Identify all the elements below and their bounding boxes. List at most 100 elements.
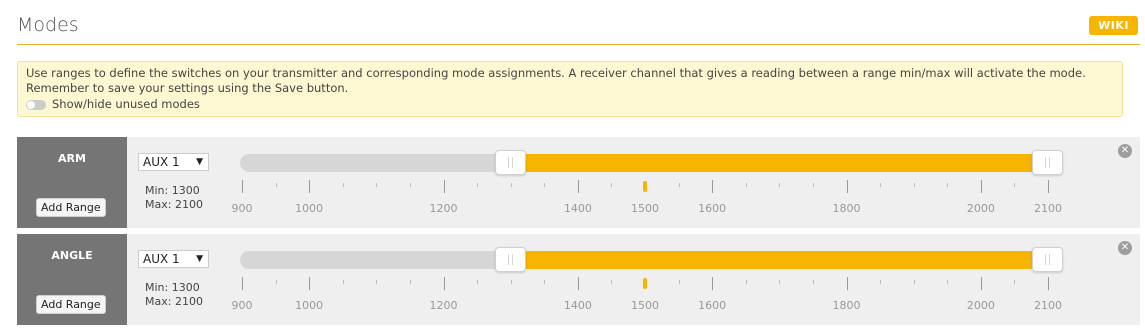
mode-row-arm: ARM Add Range AUX 1 ▼ Min: 1300 Max: 210… — [17, 137, 1140, 228]
scale-tick — [342, 280, 344, 284]
scale-tick — [712, 180, 714, 193]
scale-tick — [477, 183, 479, 187]
slider-selected-range — [510, 251, 1048, 269]
scale-label: 900 — [231, 202, 253, 215]
channel-select[interactable]: AUX 1 ▼ — [138, 153, 209, 171]
section-header: Modes WIKI — [17, 10, 1140, 45]
scale-tick — [812, 183, 814, 187]
scale-tick — [577, 180, 579, 193]
scale-tick — [745, 183, 747, 187]
show-hide-row[interactable]: Show/hide unused modes — [26, 97, 1114, 112]
scale-tick — [678, 183, 680, 187]
scale-tick — [342, 183, 344, 187]
add-range-button[interactable]: Add Range — [36, 198, 106, 217]
scale-tick — [1048, 277, 1049, 290]
mode-label-panel: ARM Add Range — [17, 137, 127, 228]
scale-label: 2100 — [1034, 299, 1062, 312]
scale-tick — [510, 280, 512, 284]
info-text: Use ranges to define the switches on you… — [26, 66, 1086, 95]
slider-max-handle[interactable] — [1032, 150, 1063, 175]
scale-tick — [577, 277, 579, 290]
slider-min-handle[interactable] — [494, 150, 526, 175]
scale-tick — [544, 183, 546, 187]
scale-tick — [443, 277, 445, 290]
scale-tick — [779, 183, 781, 187]
scale-label: 1400 — [563, 202, 592, 215]
scale-label: 1400 — [563, 299, 592, 312]
max-value: Max: 2100 — [145, 198, 203, 211]
scale-tick — [409, 183, 411, 187]
scale-tick — [510, 183, 512, 187]
channel-select-value: AUX 1 — [143, 155, 180, 169]
scale-tick — [913, 280, 915, 284]
scale-tick — [275, 183, 277, 187]
mode-label-panel: ANGLE Add Range — [17, 234, 127, 325]
scale-label: 1800 — [832, 299, 861, 312]
scale-tick — [779, 280, 781, 284]
scale-tick — [242, 180, 243, 193]
scale-tick — [275, 280, 277, 284]
scale-label: 1600 — [698, 299, 727, 312]
scale-label: 2000 — [966, 299, 995, 312]
scale-tick — [1048, 180, 1049, 193]
slider-min-handle[interactable] — [494, 247, 526, 272]
scale-tick — [712, 277, 714, 290]
scale-label: 1200 — [429, 299, 458, 312]
scale-tick — [376, 280, 378, 284]
info-note: Use ranges to define the switches on you… — [17, 61, 1123, 117]
show-unused-toggle[interactable] — [26, 99, 46, 110]
scale-tick — [376, 183, 378, 187]
scale-label: 1500 — [631, 299, 659, 312]
scale-label: 1500 — [631, 202, 659, 215]
scale-tick — [947, 183, 949, 187]
scale-label: 2100 — [1034, 202, 1062, 215]
slider-max-handle[interactable] — [1032, 247, 1063, 272]
scale-tick — [443, 180, 445, 193]
scale-tick — [880, 183, 882, 187]
scale-tick — [611, 280, 613, 284]
scale-tick — [980, 180, 982, 193]
scale-tick — [980, 277, 982, 290]
remove-range-icon[interactable]: ✕ — [1118, 144, 1132, 158]
slider-selected-range — [510, 154, 1048, 172]
scale-label: 1000 — [295, 202, 324, 215]
scale-tick — [947, 280, 949, 284]
scale-tick — [1014, 280, 1016, 284]
channel-select[interactable]: AUX 1 ▼ — [138, 250, 209, 268]
mode-row-angle: ANGLE Add Range AUX 1 ▼ Min: 1300 Max: 2… — [17, 234, 1140, 325]
scale-tick — [309, 180, 311, 193]
scale-label: 1200 — [429, 202, 458, 215]
add-range-button[interactable]: Add Range — [36, 295, 106, 314]
channel-select-value: AUX 1 — [143, 252, 180, 266]
channel-position-marker — [643, 278, 647, 289]
mode-name: ANGLE — [51, 249, 93, 262]
wiki-button[interactable]: WIKI — [1089, 16, 1138, 35]
scale-tick — [309, 277, 311, 290]
dropdown-arrow-icon: ▼ — [196, 157, 203, 167]
scale-tick — [1014, 183, 1016, 187]
scale-tick — [409, 280, 411, 284]
mode-name: ARM — [58, 152, 86, 165]
range-values: Min: 1300 Max: 2100 — [145, 184, 203, 212]
scale-tick — [544, 280, 546, 284]
scale-tick — [477, 280, 479, 284]
scale-label: 1000 — [295, 299, 324, 312]
scale-tick — [678, 280, 680, 284]
max-value: Max: 2100 — [145, 295, 203, 308]
scale-tick — [611, 183, 613, 187]
scale-tick — [880, 280, 882, 284]
page-title: Modes — [17, 14, 79, 36]
dropdown-arrow-icon: ▼ — [196, 254, 203, 264]
range-values: Min: 1300 Max: 2100 — [145, 281, 203, 309]
scale-label: 900 — [231, 299, 253, 312]
scale-label: 1800 — [832, 202, 861, 215]
scale-tick — [745, 280, 747, 284]
scale-tick — [846, 180, 848, 193]
remove-range-icon[interactable]: ✕ — [1118, 241, 1132, 255]
scale-tick — [913, 183, 915, 187]
scale-label: 2000 — [966, 202, 995, 215]
scale-tick — [812, 280, 814, 284]
min-value: Min: 1300 — [145, 281, 200, 294]
show-unused-label: Show/hide unused modes — [52, 97, 200, 111]
channel-position-marker — [643, 181, 647, 192]
